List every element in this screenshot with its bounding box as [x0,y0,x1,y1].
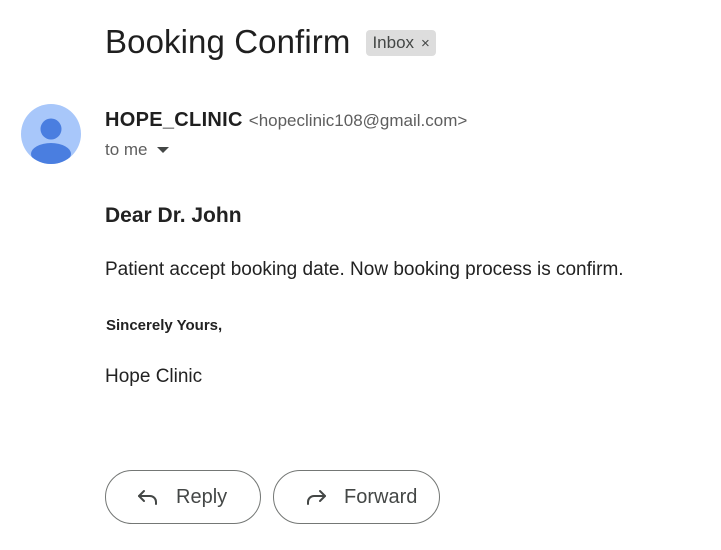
recipients-toggle[interactable]: to me [105,140,169,160]
label-text: Inbox [372,33,415,52]
remove-label-icon[interactable]: × [421,36,430,51]
reply-button[interactable]: Reply [105,470,261,524]
email-subject: Booking Confirm [105,23,351,60]
email-signature: Hope Clinic [105,366,203,387]
reply-label: Reply [176,485,228,508]
recipient-text: to me [105,140,148,159]
sender-name[interactable]: HOPE_CLINIC [105,109,243,132]
email-closing: Sincerely Yours, [106,317,223,334]
email-view: Booking Confirm Inbox × HOPE_CLINIC <hop… [0,0,721,550]
email-message: Patient accept booking date. Now booking… [105,259,624,280]
reply-arrow-icon [138,490,157,505]
inbox-label-chip[interactable]: Inbox × [366,30,436,56]
sender-row: HOPE_CLINIC <hopeclinic108@gmail.com> [105,109,467,132]
sender-avatar[interactable] [21,104,81,164]
default-avatar-icon [31,118,71,164]
forward-button[interactable]: Forward [273,470,440,524]
sender-email: <hopeclinic108@gmail.com> [248,111,468,130]
subject-row: Booking Confirm Inbox × [105,22,436,62]
caret-down-icon[interactable] [156,147,169,153]
forward-label: Forward [344,485,418,508]
email-greeting: Dear Dr. John [105,204,242,227]
forward-arrow-icon [307,490,326,505]
